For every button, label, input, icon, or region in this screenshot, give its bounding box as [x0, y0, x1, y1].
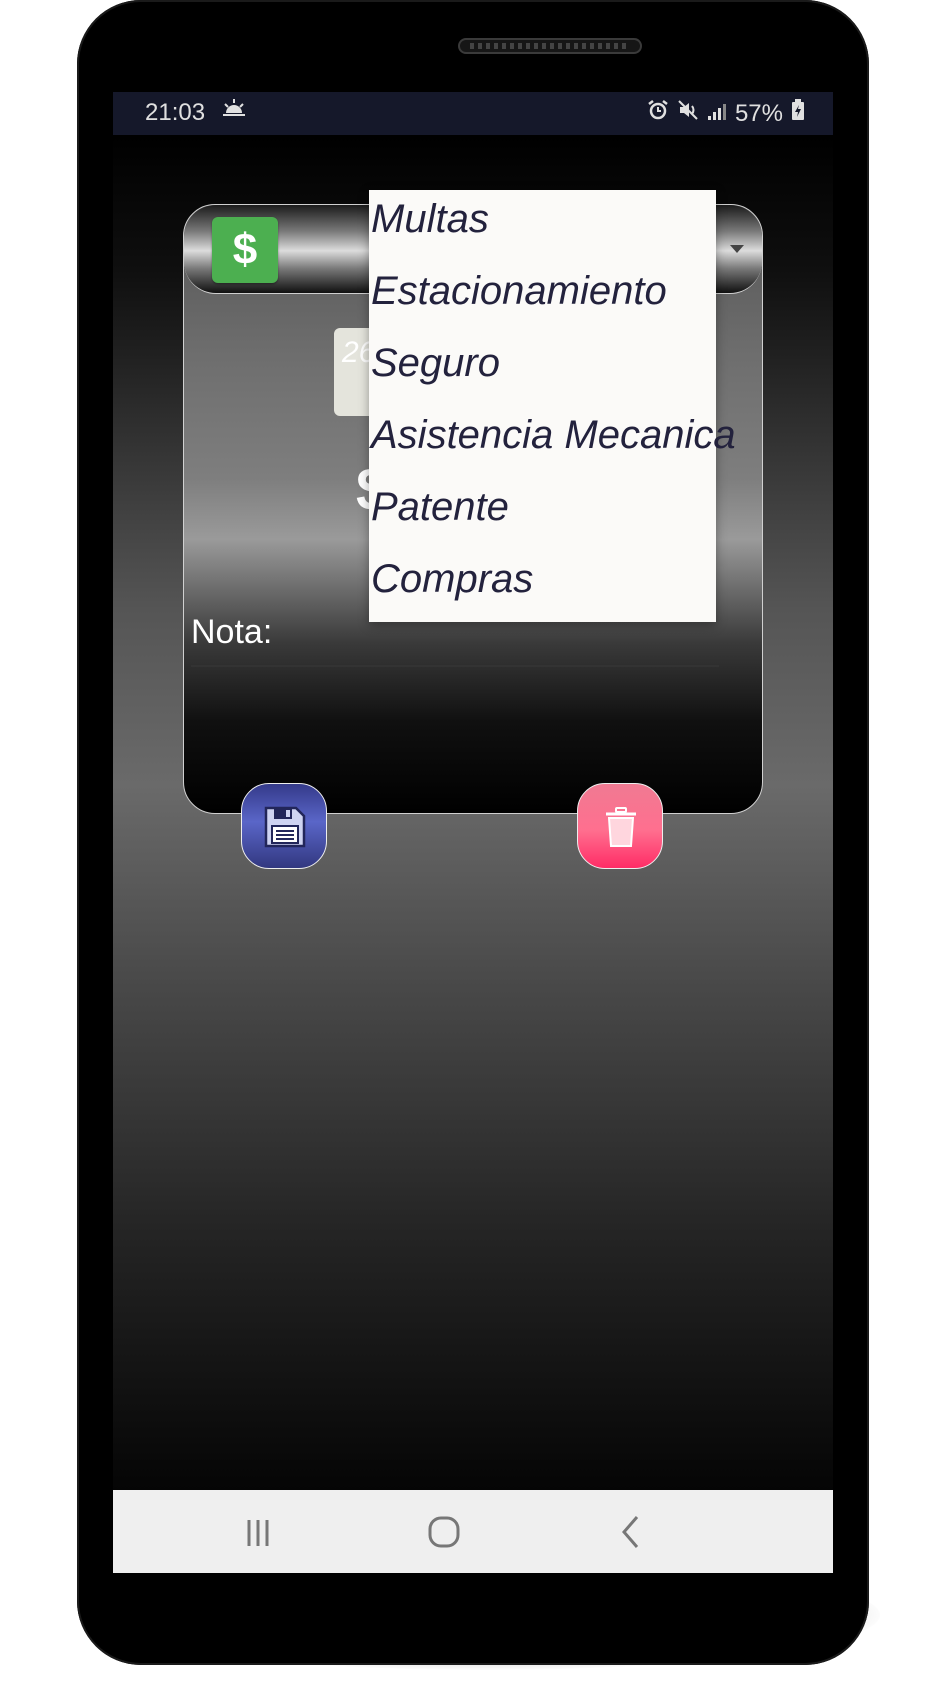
- home-button[interactable]: [414, 1510, 474, 1554]
- navigation-bar: [113, 1490, 833, 1573]
- bottom-bezel: [113, 1573, 833, 1608]
- dropdown-item-seguro[interactable]: Seguro: [369, 334, 716, 406]
- dropdown-item-multas[interactable]: Multas: [369, 190, 716, 262]
- screen: 21:03 57% $ 26 Nota: Multas Estacionamie…: [113, 92, 833, 1573]
- trash-icon: [606, 807, 636, 847]
- dollar-icon: $: [212, 217, 278, 283]
- dropdown-item-estacionamiento[interactable]: Estacionamiento: [369, 262, 716, 334]
- chevron-down-icon[interactable]: [730, 245, 744, 253]
- back-button[interactable]: [600, 1510, 660, 1554]
- signal-icon: [707, 100, 727, 128]
- dropdown-item-asistencia-mecanica[interactable]: Asistencia Mecanica: [369, 406, 736, 478]
- category-dropdown: Multas Estacionamiento Seguro Asistencia…: [369, 190, 736, 622]
- dropdown-item-compras[interactable]: Compras: [369, 550, 716, 622]
- mute-icon: [677, 99, 699, 128]
- battery-label: 57%: [734, 99, 783, 127]
- save-button[interactable]: [241, 783, 327, 869]
- delete-button[interactable]: [577, 783, 663, 869]
- recent-apps-icon: [247, 1520, 269, 1546]
- nota-label: Nota:: [191, 613, 273, 651]
- status-icons: 57%: [647, 99, 805, 128]
- floppy-disk-icon: [264, 806, 306, 848]
- speaker-grille: [458, 38, 642, 54]
- battery-icon: [791, 99, 805, 128]
- status-bar: 21:03 57%: [113, 92, 833, 135]
- weather-icon: [222, 98, 246, 124]
- recent-apps-button[interactable]: [228, 1510, 288, 1554]
- dropdown-item-patente[interactable]: Patente: [369, 478, 716, 550]
- alarm-icon: [647, 99, 669, 128]
- nota-input[interactable]: [191, 665, 719, 667]
- back-icon: [622, 1516, 639, 1548]
- status-time: 21:03: [145, 99, 206, 126]
- home-icon: [428, 1516, 460, 1548]
